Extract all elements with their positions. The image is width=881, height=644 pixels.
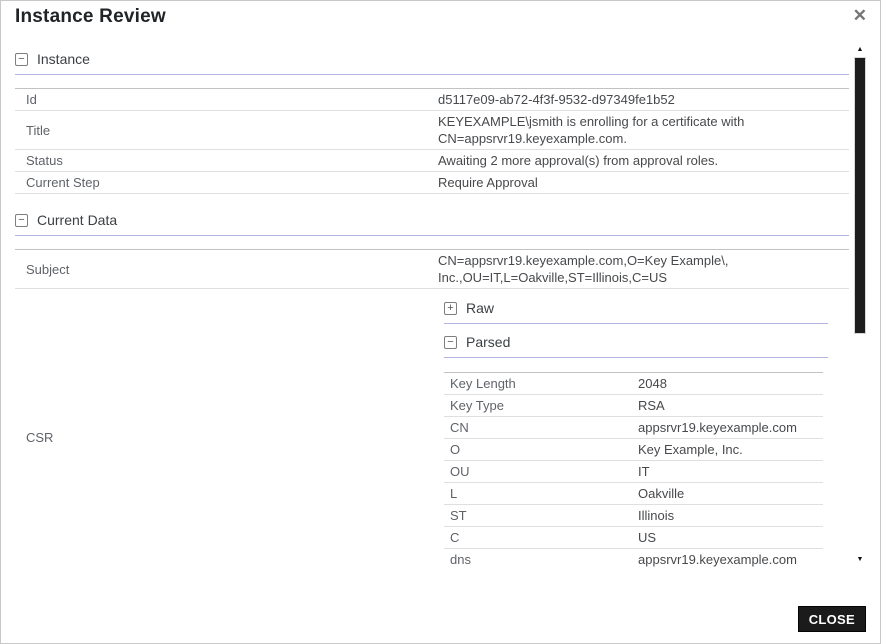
table-row: L Oakville [444, 483, 823, 505]
field-label: Id [15, 91, 438, 108]
field-label: Title [15, 122, 438, 139]
close-icon[interactable]: ✕ [853, 5, 867, 27]
field-value: KEYEXAMPLE\jsmith is enrolling for a cer… [438, 113, 849, 147]
field-label: CSR [15, 429, 438, 446]
instance-review-dialog: Instance Review ✕ − Instance Id d5117e09… [0, 0, 881, 644]
collapse-icon[interactable]: − [15, 214, 28, 227]
section-header-current-data[interactable]: − Current Data [15, 211, 849, 229]
field-label: ST [444, 507, 638, 524]
field-value: appsrvr19.keyexample.com [638, 419, 823, 436]
collapse-icon[interactable]: − [15, 53, 28, 66]
subsection-header-parsed[interactable]: − Parsed [444, 333, 849, 351]
section-label: Current Data [37, 212, 117, 228]
table-row: Current Step Require Approval [15, 172, 849, 194]
field-value: Illinois [638, 507, 823, 524]
table-row: OU IT [444, 461, 823, 483]
collapse-icon[interactable]: − [444, 336, 457, 349]
field-value: 2048 [638, 375, 823, 392]
field-label: O [444, 441, 638, 458]
table-row-csr: CSR + Raw − Parsed Key Length [15, 289, 849, 569]
close-button[interactable]: CLOSE [798, 606, 866, 632]
table-row: Key Type RSA [444, 395, 823, 417]
field-label: Current Step [15, 174, 438, 191]
table-row: Status Awaiting 2 more approval(s) from … [15, 150, 849, 172]
scroll-down-icon[interactable]: ▼ [853, 555, 867, 565]
field-value: d5117e09-ab72-4f3f-9532-d97349fe1b52 [438, 91, 849, 108]
field-value: Key Example, Inc. [638, 441, 823, 458]
section-header-instance[interactable]: − Instance [15, 50, 849, 68]
table-row: C US [444, 527, 823, 549]
expand-icon[interactable]: + [444, 302, 457, 315]
dialog-title: Instance Review [15, 6, 166, 28]
field-label: C [444, 529, 638, 546]
table-row: O Key Example, Inc. [444, 439, 823, 461]
field-label: dns [444, 551, 638, 568]
table-row: ST Illinois [444, 505, 823, 527]
table-row: Id d5117e09-ab72-4f3f-9532-d97349fe1b52 [15, 89, 849, 111]
vertical-scrollbar[interactable]: ▲ ▼ [853, 45, 867, 565]
subsection-label: Parsed [466, 334, 510, 351]
csr-parsed-table: Key Length 2048 Key Type RSA CN appsrvr1… [444, 372, 823, 569]
field-label: OU [444, 463, 638, 480]
field-value: Awaiting 2 more approval(s) from approva… [438, 152, 849, 169]
subsection-header-raw[interactable]: + Raw [444, 299, 849, 317]
field-value: Oakville [638, 485, 823, 502]
instance-fields-table: Id d5117e09-ab72-4f3f-9532-d97349fe1b52 … [15, 88, 849, 194]
field-value: IT [638, 463, 823, 480]
section-divider [15, 74, 849, 75]
scroll-up-icon[interactable]: ▲ [853, 45, 867, 55]
field-label: Key Type [444, 397, 638, 414]
subsection-divider [444, 323, 828, 324]
table-row: Title KEYEXAMPLE\jsmith is enrolling for… [15, 111, 849, 150]
table-row: Key Length 2048 [444, 373, 823, 395]
table-row: CN appsrvr19.keyexample.com [444, 417, 823, 439]
field-label: Key Length [444, 375, 638, 392]
table-row: Subject CN=appsrvr19.keyexample.com,O=Ke… [15, 250, 849, 289]
field-value: US [638, 529, 823, 546]
section-divider [15, 235, 849, 236]
field-value: appsrvr19.keyexample.com [638, 551, 823, 568]
csr-detail-panel: + Raw − Parsed Key Length 2048 [438, 291, 849, 569]
field-value: Require Approval [438, 174, 849, 191]
section-label: Instance [37, 51, 90, 67]
field-value: RSA [638, 397, 823, 414]
field-label: CN [444, 419, 638, 436]
subsection-divider [444, 357, 828, 358]
current-data-table: Subject CN=appsrvr19.keyexample.com,O=Ke… [15, 249, 849, 569]
subsection-label: Raw [466, 300, 494, 317]
scrollbar-thumb[interactable] [854, 57, 866, 334]
field-label: Status [15, 152, 438, 169]
field-value: CN=appsrvr19.keyexample.com,O=Key Exampl… [438, 252, 849, 286]
dialog-scroll-area: − Instance Id d5117e09-ab72-4f3f-9532-d9… [15, 45, 849, 569]
table-row: dns appsrvr19.keyexample.com [444, 549, 823, 569]
field-label: Subject [15, 261, 438, 278]
field-label: L [444, 485, 638, 502]
